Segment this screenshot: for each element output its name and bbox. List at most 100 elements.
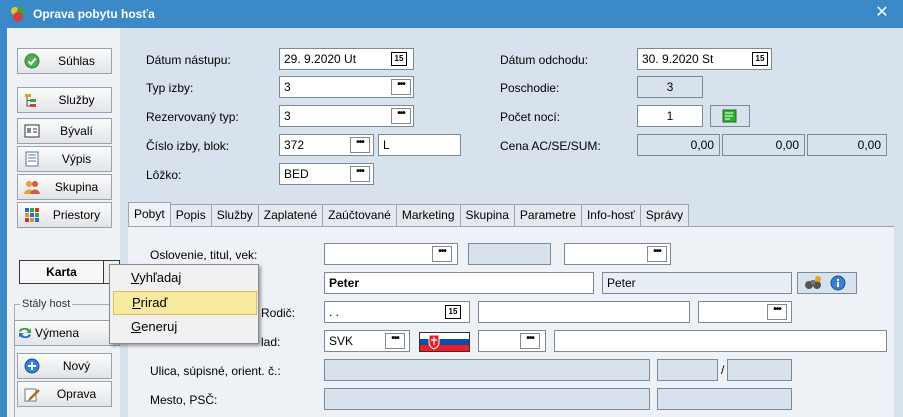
window-title: Oprava pobytu hosťa bbox=[33, 7, 155, 21]
datum-narodenia-value: . . bbox=[329, 305, 340, 319]
menu-item-label: eneruj bbox=[141, 319, 178, 334]
calendar-icon[interactable]: 15 bbox=[752, 52, 768, 66]
rezervovany-typ-value: 3 bbox=[284, 109, 291, 123]
stat-label: lad: bbox=[261, 335, 281, 349]
tab-spravy[interactable]: Správy bbox=[639, 204, 690, 226]
typ-izby-lookup-button[interactable]: ••• bbox=[391, 79, 411, 95]
left-panel: Súhlas Služby Bývalí Výpis Skupina Pries… bbox=[7, 28, 120, 417]
cislo-izby-lookup-button[interactable]: ••• bbox=[350, 137, 370, 153]
tab-info-host[interactable]: Info-hosť bbox=[580, 204, 641, 226]
karta-context-menu: Vyhľadaj Priraď Generuj bbox=[109, 264, 259, 344]
karta-button[interactable]: Karta bbox=[19, 260, 104, 284]
datum-nastupu-value: 29. 9.2020 Ut bbox=[284, 52, 357, 66]
typ-izby-label: Typ izby: bbox=[146, 81, 194, 95]
supisne-cislo-field[interactable] bbox=[657, 359, 718, 381]
priestory-button[interactable]: Priestory bbox=[17, 202, 112, 228]
mesto-label: Mesto, PSČ: bbox=[150, 393, 218, 407]
info-icon[interactable] bbox=[830, 275, 846, 291]
menu-item-prirad[interactable]: Priraď bbox=[113, 291, 257, 315]
document-icon bbox=[25, 151, 39, 167]
tab-sluzby[interactable]: Služby bbox=[210, 204, 259, 226]
stat-lookup-button[interactable]: ••• bbox=[385, 333, 405, 349]
host-tools bbox=[797, 272, 857, 294]
calendar-icon[interactable]: 15 bbox=[445, 305, 461, 319]
exchange-icon bbox=[19, 327, 31, 339]
tab-zaplatene[interactable]: Zaplatené bbox=[257, 204, 324, 226]
cena-se-value: 0,00 bbox=[775, 138, 799, 152]
skupina-button[interactable]: Skupina bbox=[17, 174, 112, 200]
rodic-label: Rodič: bbox=[261, 306, 296, 320]
lozko-lookup-button[interactable]: ••• bbox=[350, 166, 370, 182]
tab-pobyt[interactable]: Pobyt bbox=[128, 202, 171, 226]
note-icon bbox=[722, 109, 737, 123]
stat2-lookup-button[interactable]: ••• bbox=[520, 333, 540, 349]
cislo-izby-value: 372 bbox=[284, 138, 305, 152]
rezervovany-typ-lookup-button[interactable]: ••• bbox=[391, 108, 411, 124]
byvali-label: Bývalí bbox=[60, 124, 93, 138]
titul-field[interactable] bbox=[468, 243, 551, 265]
vypis-label: Výpis bbox=[61, 152, 92, 166]
tab-popis[interactable]: Popis bbox=[169, 204, 212, 226]
card-icon bbox=[24, 124, 40, 138]
menu-item-label: riraď bbox=[140, 295, 168, 310]
title-bar: Oprava pobytu hosťa ✕ bbox=[0, 0, 903, 28]
rodic-lookup-button[interactable]: ••• bbox=[767, 304, 787, 320]
edit-icon bbox=[24, 388, 40, 402]
binoculars-icon[interactable] bbox=[804, 275, 822, 291]
menu-item-label: yhľadaj bbox=[139, 270, 182, 285]
ulica-separator: / bbox=[721, 363, 725, 377]
vypis-button[interactable]: Výpis bbox=[17, 146, 112, 172]
staly-host-label: Stály host bbox=[20, 298, 73, 310]
cena-ac-value: 0,00 bbox=[690, 138, 714, 152]
byvali-button[interactable]: Bývalí bbox=[17, 118, 112, 144]
suhlas-label: Súhlas bbox=[58, 54, 95, 68]
oslovenie-lookup-button[interactable]: ••• bbox=[432, 246, 452, 262]
tab-zauctovane[interactable]: Zaúčtované bbox=[322, 204, 397, 226]
plus-icon bbox=[24, 358, 40, 374]
lozko-value: BED bbox=[284, 167, 309, 181]
tab-skupina[interactable]: Skupina bbox=[459, 204, 515, 226]
calendar-icon[interactable]: 15 bbox=[391, 52, 407, 66]
suhlas-button[interactable]: Súhlas bbox=[17, 48, 112, 74]
ulica-label: Ulica, súpisné, orient. č.: bbox=[150, 364, 281, 378]
ulica-field[interactable] bbox=[324, 359, 650, 381]
cena-sum-field: 0,00 bbox=[807, 134, 887, 156]
blok-field[interactable]: L bbox=[378, 134, 461, 156]
menu-item-mnemonic: V bbox=[131, 270, 140, 285]
pocet-noci-button[interactable] bbox=[710, 105, 750, 127]
poschodie-label: Poschodie: bbox=[500, 81, 560, 95]
vymena-button[interactable]: Výmena bbox=[14, 320, 120, 346]
meno-value: Peter bbox=[329, 276, 360, 290]
priezvisko-field[interactable]: Peter bbox=[602, 272, 792, 294]
pocet-noci-label: Počet nocí: bbox=[500, 110, 561, 124]
meno-field[interactable]: Peter bbox=[324, 272, 594, 294]
tree-icon bbox=[25, 94, 36, 107]
sluzby-button[interactable]: Služby bbox=[17, 87, 112, 113]
menu-item-generuj[interactable]: Generuj bbox=[113, 316, 257, 340]
stat-detail-field[interactable] bbox=[554, 330, 887, 352]
novy-button[interactable]: Nový bbox=[17, 353, 112, 379]
pocet-noci-field[interactable]: 1 bbox=[637, 105, 703, 127]
group-icon bbox=[24, 181, 40, 194]
priezvisko-value: Peter bbox=[607, 276, 636, 290]
vymena-label: Výmena bbox=[35, 326, 80, 340]
tab-marketing[interactable]: Marketing bbox=[395, 204, 461, 226]
vek-lookup-button[interactable]: ••• bbox=[647, 246, 667, 262]
poschodie-field: 3 bbox=[637, 76, 703, 98]
stat-value: SVK bbox=[329, 334, 354, 348]
mesto-field[interactable] bbox=[324, 388, 650, 410]
skupina-label: Skupina bbox=[54, 180, 99, 194]
menu-item-vyhladaj[interactable]: Vyhľadaj bbox=[113, 267, 257, 291]
oprava-button[interactable]: Oprava bbox=[17, 381, 112, 407]
orientacne-cislo-field[interactable] bbox=[727, 359, 792, 381]
tab-strip: Pobyt Popis Služby Zaplatené Zaúčtované … bbox=[128, 202, 690, 226]
sluzby-label: Služby bbox=[58, 93, 95, 107]
novy-label: Nový bbox=[62, 359, 91, 373]
tab-parametre[interactable]: Parametre bbox=[513, 204, 582, 226]
psc-field[interactable] bbox=[657, 388, 792, 410]
close-button[interactable]: ✕ bbox=[868, 2, 896, 24]
rodic-field[interactable] bbox=[478, 301, 690, 323]
cena-label: Cena AC/SE/SUM: bbox=[500, 139, 601, 153]
menu-item-mnemonic: G bbox=[131, 319, 142, 334]
datum-odchodu-label: Dátum odchodu: bbox=[500, 53, 589, 67]
